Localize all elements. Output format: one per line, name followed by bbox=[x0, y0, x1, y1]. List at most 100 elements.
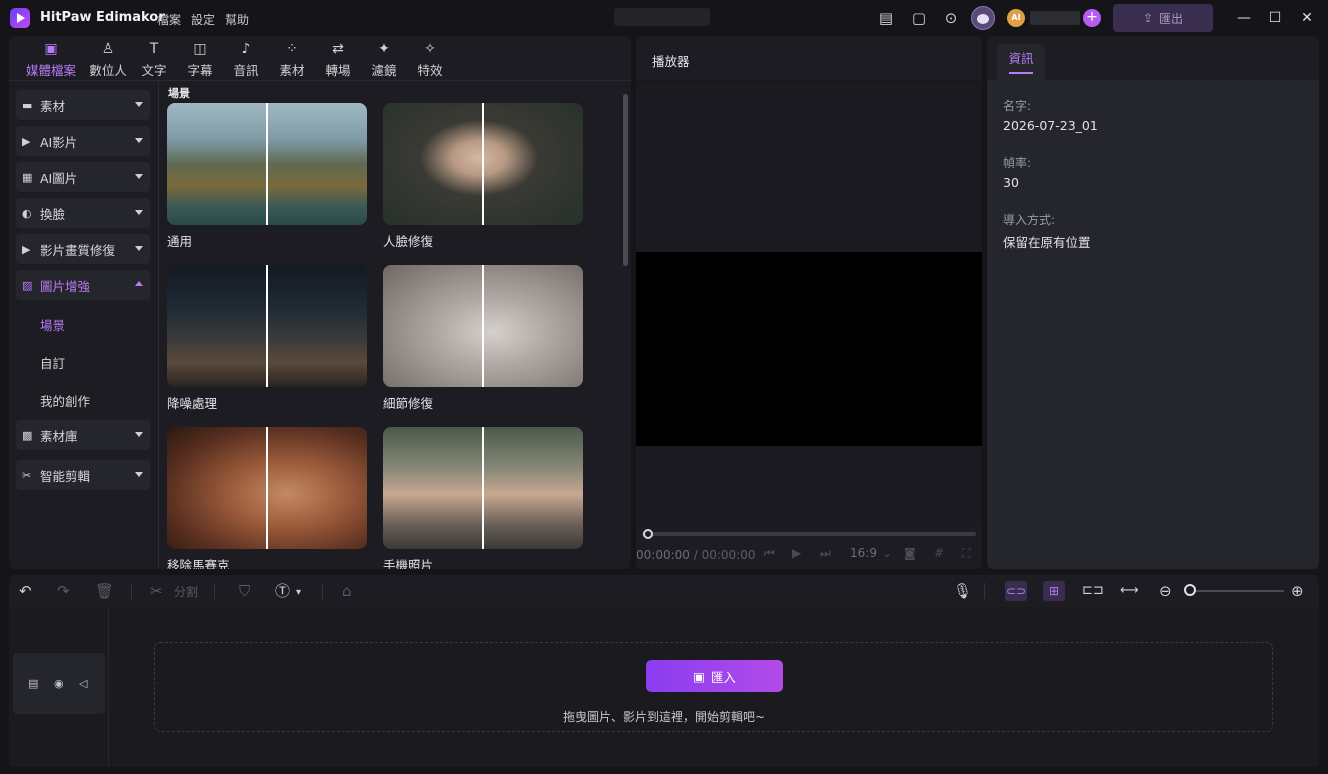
chevron-down-icon bbox=[135, 102, 143, 107]
sidebar-item-video-repair[interactable]: ▶ 影片畫質修復 bbox=[16, 234, 150, 264]
scene-scrollbar[interactable] bbox=[623, 94, 628, 266]
track-header: ▤ ◉ ◁ bbox=[13, 653, 105, 714]
freeze-frame-icon[interactable]: ⌂ bbox=[342, 582, 352, 600]
delete-icon[interactable]: 🗑 bbox=[95, 582, 114, 600]
fullscreen-icon[interactable]: ⛶ bbox=[962, 546, 970, 561]
asset-icon: ⁘ bbox=[286, 41, 298, 57]
tab-media[interactable]: ▣ 媒體檔案 bbox=[17, 36, 85, 80]
sidebar-item-assets[interactable]: ▬ 素材 bbox=[16, 90, 150, 120]
field-label-import-mode: 導入方式: bbox=[1003, 213, 1056, 227]
export-label: 匯出 bbox=[1159, 11, 1184, 26]
prev-frame-icon[interactable]: ⏮ bbox=[764, 546, 775, 561]
maximize-icon[interactable]: ☐ bbox=[1266, 9, 1284, 27]
sidebar-item-library[interactable]: ▩ 素材庫 bbox=[16, 420, 150, 450]
chevron-up-icon bbox=[135, 281, 143, 286]
app-title: HitPaw Edimakor bbox=[40, 10, 165, 25]
video-repair-icon: ▶ bbox=[22, 242, 31, 256]
play-icon[interactable]: ▶ bbox=[792, 546, 801, 560]
sidebar: ▬ 素材 ▶ AI影片 ▦ AI圖片 ◐ 換臉 ▶ 影片畫質修復 ▨ 圖片增強 場景 自訂 … bbox=[9, 81, 159, 569]
zoom-slider-track[interactable] bbox=[1190, 590, 1284, 592]
folder-plus-icon: ▣ bbox=[693, 668, 705, 684]
scene-card-phone-photo[interactable]: 手機照片 bbox=[383, 427, 583, 569]
scene-card-remove-mosaic[interactable]: 移除馬賽克 bbox=[167, 427, 367, 569]
sidebar-subitem-custom[interactable]: 自訂 bbox=[40, 353, 65, 372]
tab-transition[interactable]: ⇄ 轉場 bbox=[315, 36, 361, 80]
scene-card-face-repair[interactable]: 人臉修復 bbox=[383, 103, 583, 250]
tab-assets[interactable]: ⁘ 素材 bbox=[269, 36, 315, 80]
tab-text[interactable]: T 文字 bbox=[131, 36, 177, 80]
link-track-icon[interactable]: ⊞ bbox=[1043, 581, 1065, 601]
marker-icon[interactable]: ⛉ bbox=[239, 582, 250, 600]
chevron-down-icon bbox=[135, 246, 143, 251]
chevron-down-icon[interactable]: ▾ bbox=[296, 584, 301, 602]
tab-digital-human[interactable]: ♙ 數位人 bbox=[85, 36, 131, 80]
video-preview[interactable] bbox=[636, 252, 982, 446]
split-label[interactable]: 分割 bbox=[174, 583, 198, 601]
user-avatar[interactable] bbox=[971, 6, 995, 30]
tab-filter[interactable]: ✦ 濾鏡 bbox=[361, 36, 407, 80]
player-panel: 播放器 00:00:00 / 00:00:00 ⏮ ▶ ⏭ 16:9 ⌄ ◙ #… bbox=[636, 36, 982, 569]
sidebar-subitem-my-creations[interactable]: 我的創作 bbox=[40, 391, 90, 410]
scene-card-detail-repair[interactable]: 細節修復 bbox=[383, 265, 583, 412]
next-frame-icon[interactable]: ⏭ bbox=[820, 546, 831, 561]
menu-settings[interactable]: 設定 bbox=[191, 11, 215, 28]
snapshot-icon[interactable]: ◙ bbox=[904, 546, 916, 560]
playback-progress[interactable] bbox=[642, 532, 976, 536]
sidebar-item-ai-video[interactable]: ▶ AI影片 bbox=[16, 126, 150, 156]
smart-edit-icon: ✂ bbox=[22, 468, 32, 482]
redo-icon[interactable]: ↷ bbox=[57, 582, 70, 600]
tab-audio[interactable]: ♪ 音訊 bbox=[223, 36, 269, 80]
minimize-icon[interactable]: — bbox=[1235, 9, 1253, 27]
add-credits-button[interactable]: + bbox=[1083, 9, 1101, 27]
sidebar-subitem-scene[interactable]: 場景 bbox=[40, 315, 65, 334]
sidebar-item-face-swap[interactable]: ◐ 換臉 bbox=[16, 198, 150, 228]
subtitle-icon: ◫ bbox=[193, 41, 207, 57]
text-tool-icon[interactable]: Ⓣ bbox=[275, 582, 290, 600]
film-track-icon[interactable]: ▤ bbox=[28, 677, 38, 690]
tab-effect[interactable]: ✧ 特效 bbox=[407, 36, 453, 80]
playhead-knob[interactable] bbox=[643, 529, 653, 539]
zoom-in-icon[interactable]: ⊕ bbox=[1291, 582, 1304, 600]
media-icon: ▣ bbox=[44, 41, 58, 57]
split-track-icon[interactable]: ⊏⊐ bbox=[1082, 582, 1104, 600]
zoom-slider-knob[interactable] bbox=[1184, 584, 1196, 596]
layout-icon[interactable]: ▤ bbox=[877, 9, 895, 27]
tab-info[interactable]: 資訊 bbox=[997, 44, 1045, 80]
tab-subtitle[interactable]: ◫ 字幕 bbox=[177, 36, 223, 80]
menu-help[interactable]: 幫助 bbox=[225, 11, 249, 28]
crop-icon[interactable]: # bbox=[934, 546, 944, 560]
download-icon[interactable]: ⊙ bbox=[942, 9, 960, 27]
magnet-snap-icon[interactable]: ⊂⊃ bbox=[1005, 581, 1027, 601]
zoom-out-icon[interactable]: ⊖ bbox=[1159, 582, 1172, 600]
import-button[interactable]: ▣ 匯入 bbox=[646, 660, 783, 692]
sidebar-item-smart-edit[interactable]: ✂ 智能剪輯 bbox=[16, 460, 150, 490]
scene-card-denoise[interactable]: 降噪處理 bbox=[167, 265, 367, 412]
project-name-field[interactable] bbox=[614, 8, 710, 26]
undo-icon[interactable]: ↶ bbox=[19, 582, 32, 600]
fit-timeline-icon[interactable]: ⟷ bbox=[1120, 582, 1139, 600]
field-value-name: 2026-07-23_01 bbox=[1003, 118, 1098, 133]
transition-icon: ⇄ bbox=[332, 41, 344, 57]
feedback-icon[interactable]: ▢ bbox=[910, 9, 928, 27]
scene-grid: 場景 通用 人臉修復 降噪處理 細節修復 移除馬賽克 手機照片 bbox=[160, 81, 631, 569]
microphone-icon[interactable]: 🎙 bbox=[953, 582, 972, 600]
volume-icon[interactable]: ◁ bbox=[79, 677, 87, 690]
timeline-toolbar: ↶ ↷ 🗑 ✂ 分割 ⛉ Ⓣ ▾ ⌂ 🎙 ⊂⊃ ⊞ ⊏⊐ ⟷ ⊖ ⊕ bbox=[9, 575, 1319, 607]
sidebar-item-image-enhance[interactable]: ▨ 圖片增強 bbox=[16, 270, 150, 300]
info-panel: 資訊 名字: 2026-07-23_01 幀率: 30 導入方式: 保留在原有位… bbox=[987, 36, 1319, 569]
time-display: 00:00:00 / 00:00:00 bbox=[636, 548, 756, 562]
music-icon: ♪ bbox=[241, 41, 251, 57]
scene-card-general[interactable]: 通用 bbox=[167, 103, 367, 250]
menu-file[interactable]: 檔案 bbox=[157, 11, 181, 28]
chevron-down-icon bbox=[135, 210, 143, 215]
field-value-framerate: 30 bbox=[1003, 175, 1019, 190]
field-value-import-mode: 保留在原有位置 bbox=[1003, 235, 1091, 250]
split-icon[interactable]: ✂ bbox=[150, 582, 163, 600]
chevron-down-icon[interactable]: ⌄ bbox=[882, 546, 892, 560]
close-icon[interactable]: ✕ bbox=[1298, 9, 1316, 27]
aspect-ratio-select[interactable]: 16:9 bbox=[850, 546, 877, 560]
export-button[interactable]: ⇪ 匯出 bbox=[1113, 4, 1213, 32]
visibility-eye-icon[interactable]: ◉ bbox=[54, 677, 64, 690]
sidebar-item-ai-image[interactable]: ▦ AI圖片 bbox=[16, 162, 150, 192]
title-bar: HitPaw Edimakor 檔案 設定 幫助 ▤ ▢ ⊙ AI + ⇪ 匯出… bbox=[0, 0, 1328, 36]
